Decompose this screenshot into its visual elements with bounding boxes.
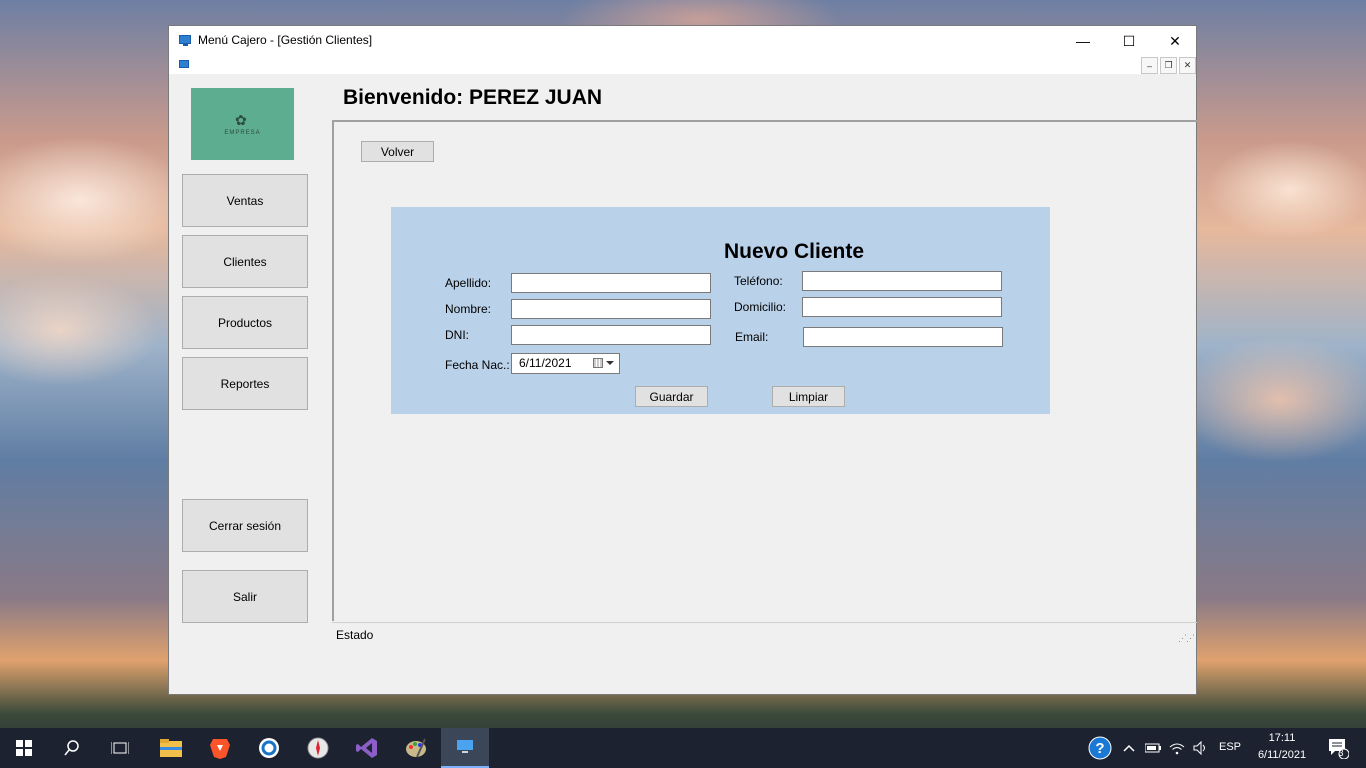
mdi-child-icon[interactable] bbox=[179, 60, 189, 68]
mdi-minimize-button[interactable]: – bbox=[1141, 57, 1158, 74]
resize-grip-icon[interactable]: ⋰⋰ bbox=[1178, 633, 1195, 644]
volume-icon[interactable] bbox=[1189, 728, 1213, 768]
nombre-label: Nombre: bbox=[445, 302, 492, 316]
new-client-form: Nuevo Cliente Apellido: Nombre: DNI: Fec… bbox=[391, 207, 1050, 414]
logout-button[interactable]: Cerrar sesión bbox=[182, 499, 308, 552]
window-title: Menú Cajero - [Gestión Clientes] bbox=[198, 33, 373, 47]
mdi-restore-button[interactable]: ❐ bbox=[1160, 57, 1177, 74]
main-window: Menú Cajero - [Gestión Clientes] — ☐ ✕ –… bbox=[168, 25, 1197, 695]
battery-icon[interactable] bbox=[1141, 728, 1165, 768]
welcome-heading: Bienvenido: PEREZ JUAN bbox=[343, 86, 603, 109]
wifi-icon[interactable] bbox=[1165, 728, 1189, 768]
clock-date[interactable]: 6/11/2021 bbox=[1250, 749, 1314, 761]
maximize-button[interactable]: ☐ bbox=[1106, 26, 1152, 56]
telefono-input[interactable] bbox=[802, 271, 1002, 291]
paint-icon[interactable] bbox=[392, 728, 440, 768]
language-indicator[interactable]: ESP bbox=[1215, 741, 1245, 753]
form-title: Nuevo Cliente bbox=[724, 240, 865, 263]
sidebar-item-ventas[interactable]: Ventas bbox=[182, 174, 308, 227]
email-input[interactable] bbox=[803, 327, 1003, 347]
start-icon[interactable] bbox=[0, 728, 48, 768]
chevron-up-icon[interactable] bbox=[1117, 728, 1141, 768]
logo-text: EMPRESA bbox=[224, 130, 261, 136]
status-label: Estado bbox=[336, 628, 374, 642]
brave-icon[interactable] bbox=[196, 728, 244, 768]
fecha-value: 6/11/2021 bbox=[519, 356, 572, 370]
clock-time[interactable]: 17:11 bbox=[1250, 732, 1314, 744]
nombre-input[interactable] bbox=[511, 299, 711, 319]
task-view-icon[interactable] bbox=[96, 728, 144, 768]
company-logo: ✿ EMPRESA bbox=[191, 88, 294, 160]
back-button[interactable]: Volver bbox=[361, 141, 434, 162]
svg-text:?: ? bbox=[1095, 740, 1104, 757]
apellido-label: Apellido: bbox=[445, 276, 492, 290]
compass-icon[interactable] bbox=[294, 728, 342, 768]
fecha-date-picker[interactable]: 6/11/2021 bbox=[511, 353, 620, 374]
file-explorer-icon[interactable] bbox=[147, 728, 195, 768]
app-window-icon[interactable] bbox=[441, 728, 489, 768]
dni-label: DNI: bbox=[445, 328, 469, 342]
tree-icon: ✿ bbox=[235, 112, 247, 128]
close-button[interactable]: ✕ bbox=[1152, 26, 1198, 56]
sidebar-item-clientes[interactable]: Clientes bbox=[182, 235, 308, 288]
status-bar: Estado ⋰⋰ bbox=[332, 622, 1197, 645]
domicilio-label: Domicilio: bbox=[734, 300, 787, 314]
app-icon bbox=[179, 35, 191, 46]
mdi-close-button[interactable]: ✕ bbox=[1179, 57, 1196, 74]
visual-studio-icon[interactable] bbox=[343, 728, 391, 768]
telefono-label: Teléfono: bbox=[734, 274, 783, 288]
fecha-label: Fecha Nac.: bbox=[445, 358, 510, 372]
clear-button[interactable]: Limpiar bbox=[772, 386, 845, 407]
minimize-button[interactable]: — bbox=[1060, 26, 1106, 56]
sidebar-item-reportes[interactable]: Reportes bbox=[182, 357, 308, 410]
notification-count-badge: 3 bbox=[1338, 748, 1344, 758]
dni-input[interactable] bbox=[511, 325, 711, 345]
search-icon[interactable] bbox=[48, 728, 96, 768]
title-bar[interactable]: Menú Cajero - [Gestión Clientes] — ☐ ✕ bbox=[169, 26, 1196, 56]
email-label: Email: bbox=[735, 330, 769, 344]
browser-icon[interactable] bbox=[245, 728, 293, 768]
mdi-menu-bar bbox=[169, 56, 1196, 74]
calendar-icon[interactable] bbox=[593, 358, 603, 368]
chevron-down-icon[interactable] bbox=[606, 361, 614, 365]
save-button[interactable]: Guardar bbox=[635, 386, 708, 407]
taskbar: ? ESP 17:11 6/11/2021 3 bbox=[0, 728, 1366, 768]
sidebar-item-productos[interactable]: Productos bbox=[182, 296, 308, 349]
apellido-input[interactable] bbox=[511, 273, 711, 293]
domicilio-input[interactable] bbox=[802, 297, 1002, 317]
exit-button[interactable]: Salir bbox=[182, 570, 308, 623]
